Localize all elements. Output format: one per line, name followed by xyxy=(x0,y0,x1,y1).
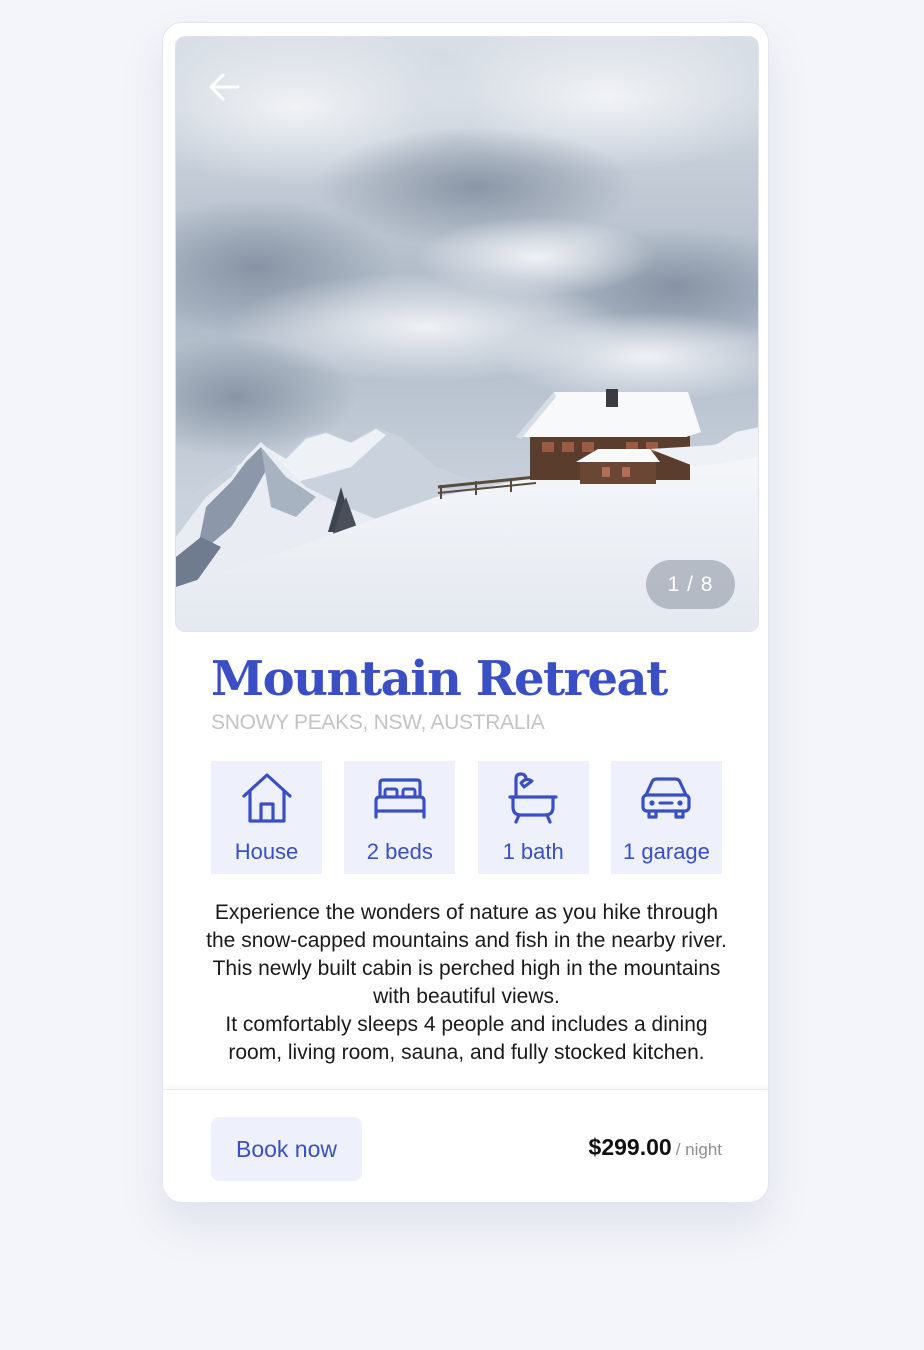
feature-bath: 1 bath xyxy=(477,761,589,874)
feature-label: 2 beds xyxy=(366,839,433,864)
snowy-cabin-photo xyxy=(176,37,758,631)
description-paragraph: Experience the wonders of nature as you … xyxy=(206,901,727,1008)
feature-label: 1 bath xyxy=(502,839,564,864)
feature-label: 1 garage xyxy=(623,839,710,864)
image-counter: 1 / 8 xyxy=(646,560,735,609)
booking-footer: Book now $299.00/ night xyxy=(163,1089,768,1202)
bed-icon xyxy=(374,778,426,819)
listing-description: Experience the wonders of nature as you … xyxy=(203,899,730,1067)
listing-title: Mountain Retreat xyxy=(211,651,668,707)
feature-house: House xyxy=(211,761,322,874)
car-icon xyxy=(641,777,692,819)
price-amount: $299.00 xyxy=(588,1134,672,1160)
listing-card: 1 / 8 Mountain Retreat SNOWY PEAKS, NSW,… xyxy=(162,22,769,1203)
back-button[interactable] xyxy=(204,67,244,107)
feature-garage: 1 garage xyxy=(610,761,722,874)
price: $299.00/ night xyxy=(589,1134,722,1161)
listing-location: SNOWY PEAKS, NSW, AUSTRALIA xyxy=(211,711,545,734)
feature-label: House xyxy=(234,839,299,864)
house-icon xyxy=(241,773,292,823)
book-now-button[interactable]: Book now xyxy=(211,1117,362,1181)
feature-list: House 2 beds 1 bath 1 garage xyxy=(211,761,722,874)
feature-beds: 2 beds xyxy=(344,761,456,874)
bathtub-icon xyxy=(508,772,558,824)
hero-image[interactable]: 1 / 8 xyxy=(175,36,759,632)
description-paragraph: It comfortably sleeps 4 people and inclu… xyxy=(225,1013,708,1064)
arrow-left-icon xyxy=(209,73,240,101)
price-unit: / night xyxy=(675,1140,722,1159)
